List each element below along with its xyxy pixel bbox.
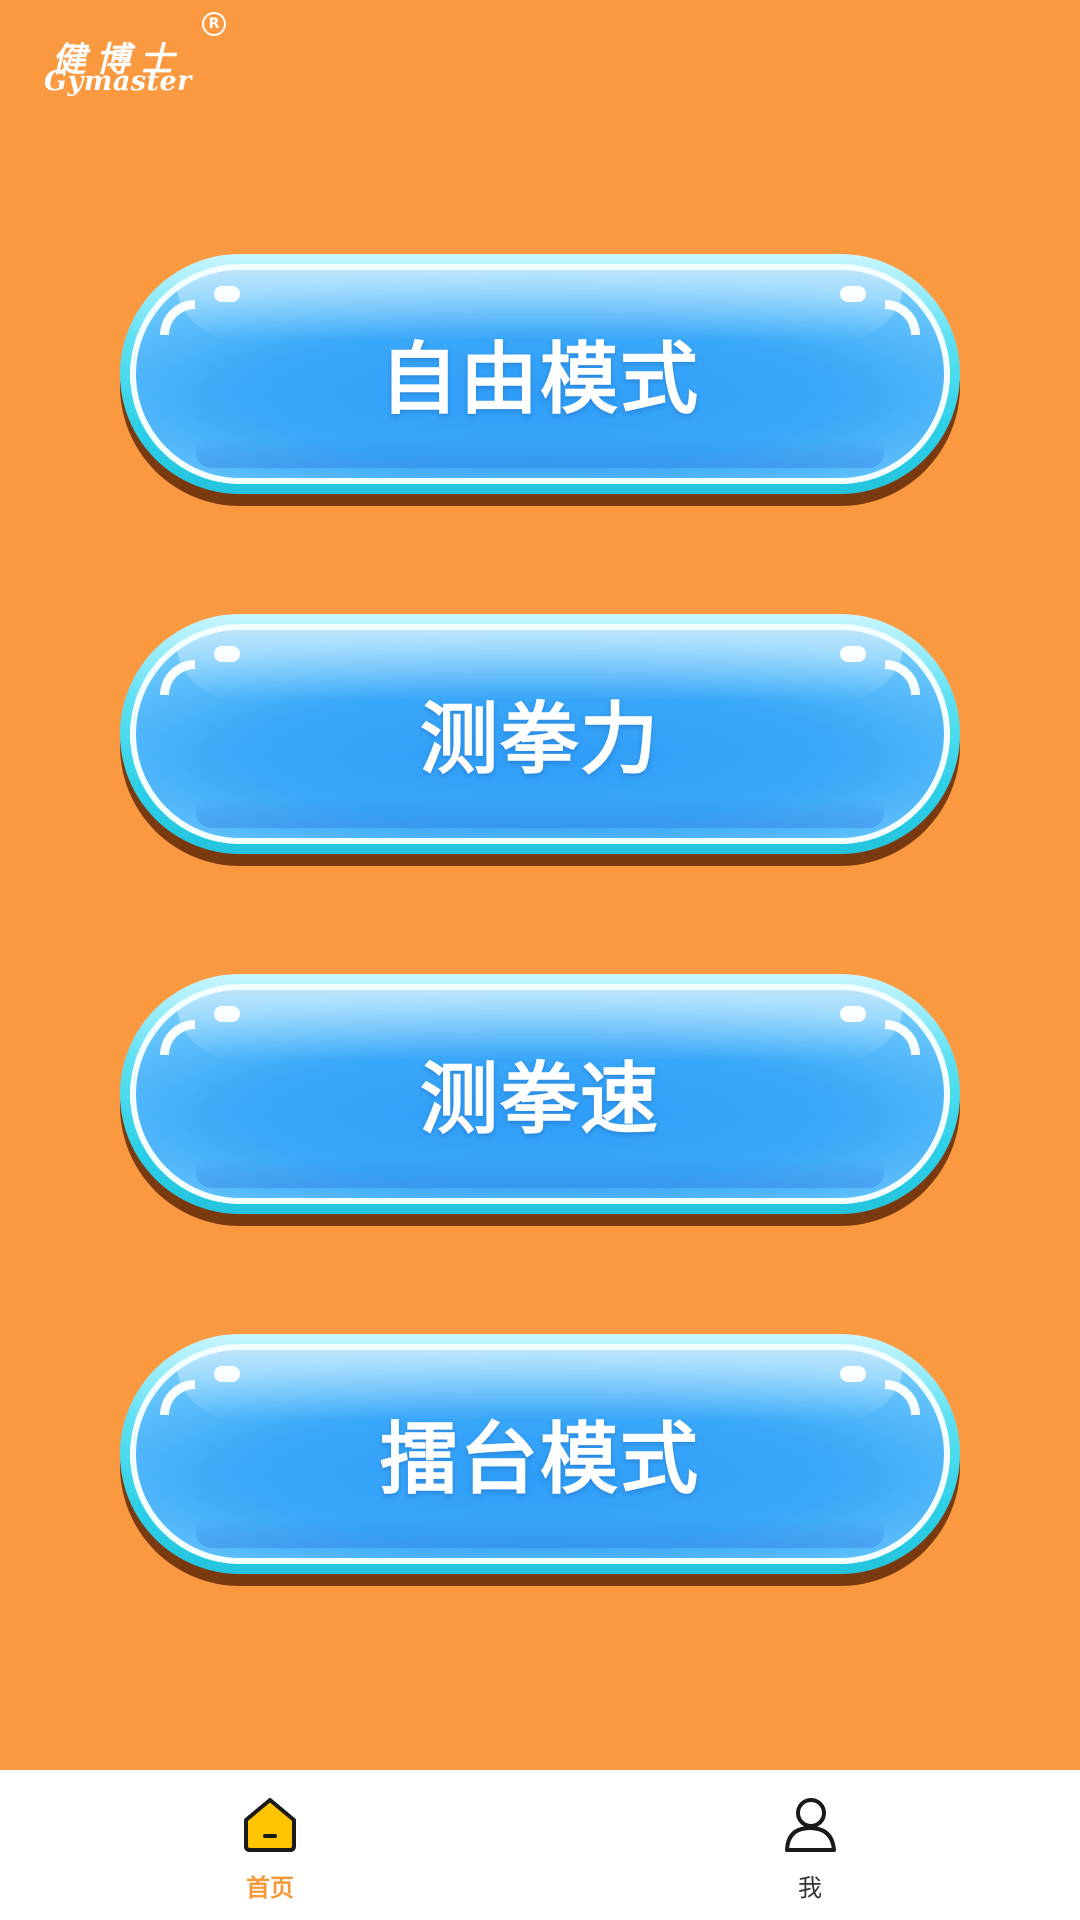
free-mode-button[interactable]: 自由模式 xyxy=(120,254,960,506)
registered-mark: R xyxy=(202,12,226,36)
brand-name-en: Gymaster xyxy=(44,66,192,97)
arena-mode-label: 擂台模式 xyxy=(379,1415,700,1505)
person-icon xyxy=(780,1794,840,1854)
home-icon xyxy=(240,1794,300,1854)
tab-me[interactable]: 我 xyxy=(710,1770,910,1920)
arena-mode-button[interactable]: 擂台模式 xyxy=(120,1334,960,1586)
punch-power-button[interactable]: 测拳力 xyxy=(120,614,960,866)
tab-home-label: 首页 xyxy=(246,1874,294,1902)
tab-me-label: 我 xyxy=(798,1874,822,1902)
free-mode-label: 自由模式 xyxy=(379,335,700,425)
punch-speed-button[interactable]: 测拳速 xyxy=(120,974,960,1226)
tab-home[interactable]: 首页 xyxy=(170,1770,370,1920)
punch-speed-label: 测拳速 xyxy=(419,1055,660,1145)
punch-power-label: 测拳力 xyxy=(419,695,660,785)
brand-logo: 健博士 Gymaster R xyxy=(42,12,242,102)
main-area: 健博士 Gymaster R 自由模式 测拳力 测拳速 擂台模式 xyxy=(0,0,1080,1770)
bottom-tab-bar: 首页 我 xyxy=(0,1770,1080,1920)
